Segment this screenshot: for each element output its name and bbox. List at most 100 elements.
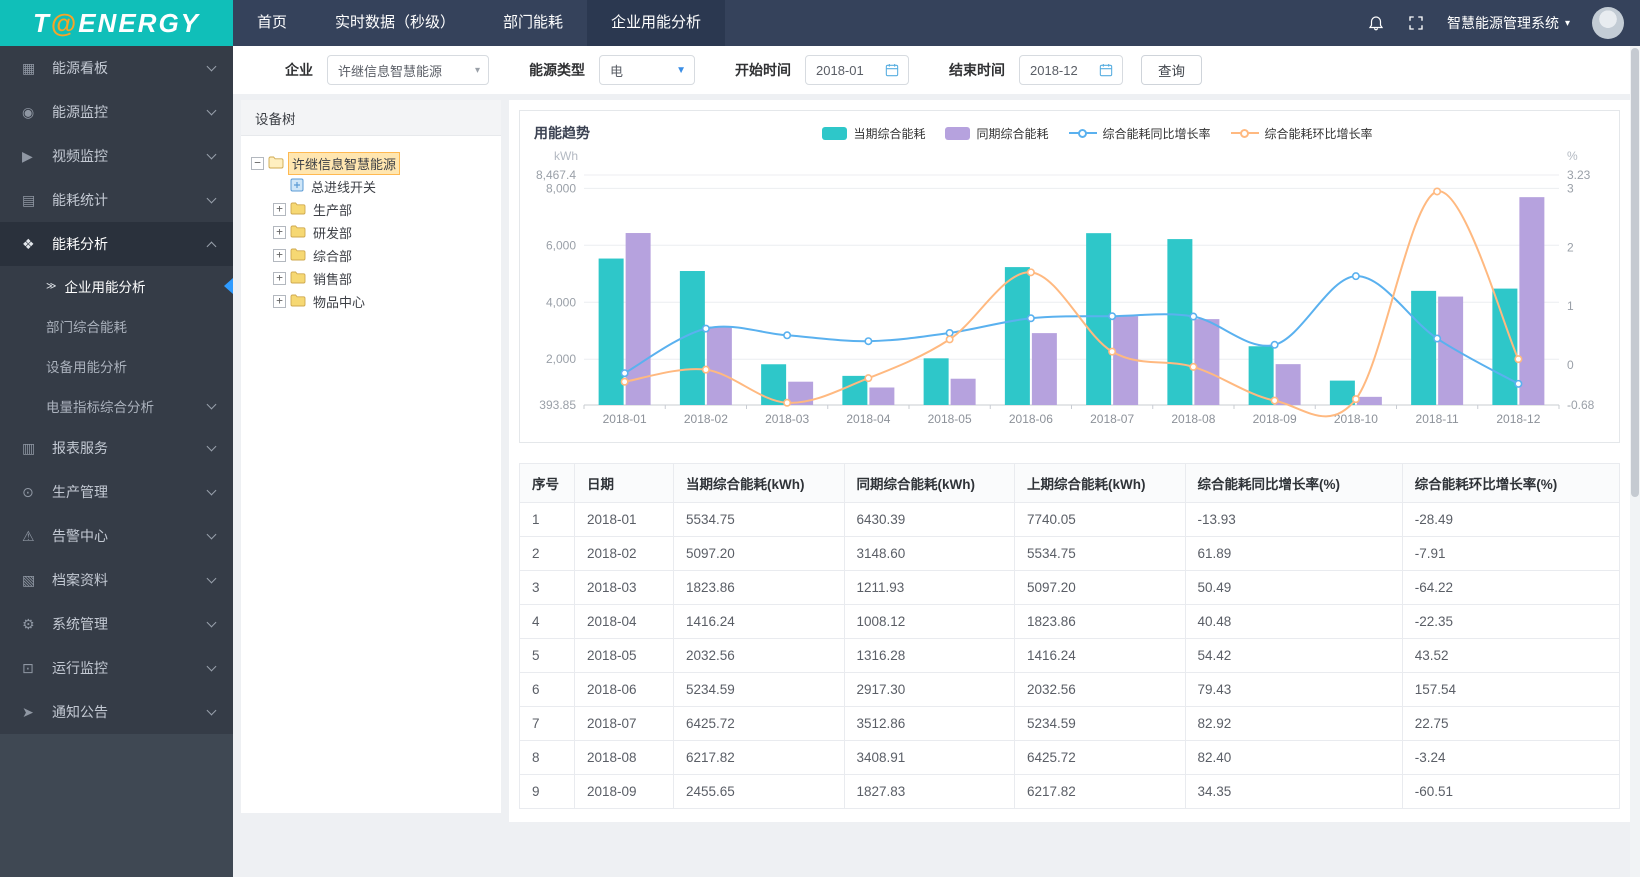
end-time-input[interactable]: 2018-12: [1019, 55, 1123, 85]
app-logo[interactable]: T @ ENERGY: [0, 0, 233, 46]
top-nav-item[interactable]: 企业用能分析: [587, 0, 726, 46]
folder-icon: [290, 225, 306, 241]
tree-node[interactable]: + 生产部: [251, 198, 493, 221]
tree-expand-toggle[interactable]: +: [273, 295, 286, 308]
calendar-icon[interactable]: [884, 62, 900, 78]
sidebar-subitem-label: 部门综合能耗: [46, 320, 127, 335]
tree-node[interactable]: + 综合部: [251, 244, 493, 267]
legend-item[interactable]: 同期综合能耗: [945, 125, 1049, 142]
sidebar-item[interactable]: ▶ 视频监控: [0, 134, 233, 178]
top-nav-item[interactable]: 部门能耗: [479, 0, 587, 46]
table-cell: 2455.65: [673, 774, 845, 809]
analysis-panel: 用能趋势 当期综合能耗 同期综合能耗 综合能耗同比增长率 综合能耗环比增长率 393.…: [509, 100, 1630, 822]
tree-expand-toggle[interactable]: +: [273, 226, 286, 239]
sidebar-subitem[interactable]: 部门综合能耗: [0, 306, 233, 346]
sidebar-item[interactable]: ⚙ 系统管理: [0, 602, 233, 646]
legend-line-swatch: [1230, 128, 1259, 138]
svg-text:2018-04: 2018-04: [846, 412, 890, 426]
sidebar-item-label: 能耗统计: [52, 192, 108, 208]
tree-expand-toggle[interactable]: +: [273, 249, 286, 262]
tree-node-label[interactable]: 物品中心: [310, 291, 368, 312]
sidebar-item[interactable]: ➤ 通知公告: [0, 690, 233, 734]
table-cell: 1823.86: [673, 570, 845, 605]
tree-expand-toggle[interactable]: +: [273, 272, 286, 285]
table-cell: 34.35: [1184, 774, 1403, 809]
report-service-icon: ▥: [22, 439, 36, 456]
sidebar-item-label: 视频监控: [52, 148, 108, 164]
tree-node[interactable]: 总进线开关: [251, 175, 493, 198]
start-time-input[interactable]: 2018-01: [805, 55, 909, 85]
chevron-down-icon: [206, 529, 217, 540]
tree-collapse-toggle[interactable]: −: [251, 157, 264, 170]
svg-text:393.85: 393.85: [539, 398, 576, 412]
legend-item[interactable]: 综合能耗同比增长率: [1068, 125, 1211, 142]
sidebar-subitem[interactable]: ≫ 企业用能分析: [0, 266, 233, 306]
tree-node-label[interactable]: 销售部: [310, 268, 355, 289]
sidebar-item[interactable]: ▧ 档案资料: [0, 558, 233, 602]
tree-node[interactable]: − 许继信息智慧能源: [251, 152, 493, 175]
svg-text:2: 2: [1567, 240, 1574, 254]
sidebar-item[interactable]: ⊙ 生产管理: [0, 470, 233, 514]
table-cell: 1827.83: [843, 774, 1015, 809]
avatar[interactable]: [1592, 7, 1624, 39]
tree-node[interactable]: + 物品中心: [251, 290, 493, 313]
sidebar-item[interactable]: ▦ 能源看板: [0, 46, 233, 90]
sidebar-subitem[interactable]: 设备用能分析: [0, 346, 233, 386]
table-cell: 2018-04: [574, 604, 674, 639]
table-cell: 6217.82: [673, 740, 845, 775]
company-select[interactable]: 许继信息智慧能源 ▾: [327, 55, 489, 85]
svg-text:kWh: kWh: [554, 149, 578, 163]
sidebar-subitem[interactable]: 电量指标综合分析: [0, 386, 233, 426]
calendar-icon[interactable]: [1098, 62, 1114, 78]
top-nav-item[interactable]: 首页: [233, 0, 311, 46]
tree-node-label[interactable]: 许继信息智慧能源: [288, 152, 401, 175]
tree-node-label[interactable]: 总进线开关: [308, 176, 379, 197]
dashboard-icon: ▦: [22, 59, 36, 76]
bell-icon[interactable]: [1367, 14, 1385, 32]
sidebar-item[interactable]: ⊡ 运行监控: [0, 646, 233, 690]
tree-expand-toggle[interactable]: +: [273, 203, 286, 216]
tree-node[interactable]: + 销售部: [251, 267, 493, 290]
company-select-value: 许继信息智慧能源: [338, 63, 443, 79]
sidebar-item[interactable]: ◉ 能源监控: [0, 90, 233, 134]
query-button[interactable]: 查询: [1141, 55, 1202, 85]
sidebar-item[interactable]: ⚠ 告警中心: [0, 514, 233, 558]
energy-data-table: 序号 日期 当期综合能耗(kWh) 同期综合能耗(kWh) 上期综合能耗(kWh) 综合能…: [519, 463, 1621, 809]
table-cell: 1416.24: [673, 604, 845, 639]
table-cell: 2018-03: [574, 570, 674, 605]
content-row: 设备树 − 许继信息智慧能源 总进线开关 + 生产部 + 研发部 + 综合部 + 销售部 + 物品中心 …: [233, 100, 1640, 822]
table-cell: 22.75: [1401, 706, 1621, 741]
legend-label: 当期综合能耗: [853, 126, 926, 141]
energy-stats-icon: ▤: [22, 191, 36, 208]
tree-node-label[interactable]: 综合部: [310, 245, 355, 266]
table-cell: 2018-02: [574, 536, 674, 571]
table-cell: 5534.75: [673, 502, 845, 537]
table-cell: 1416.24: [1014, 638, 1186, 673]
table-cell: 2018-01: [574, 502, 674, 537]
table-cell: 50.49: [1184, 570, 1403, 605]
table-cell: 3408.91: [843, 740, 1015, 775]
tree-node-label[interactable]: 研发部: [310, 222, 355, 243]
sidebar-item[interactable]: ▤ 能耗统计: [0, 178, 233, 222]
scrollbar-thumb[interactable]: [1631, 48, 1639, 497]
folder-open-icon: [268, 156, 284, 172]
svg-text:%: %: [1567, 149, 1578, 163]
legend-item[interactable]: 综合能耗环比增长率: [1230, 125, 1373, 142]
chevron-down-icon: [206, 485, 217, 496]
sidebar-item[interactable]: ❖ 能耗分析: [0, 222, 233, 266]
legend-item[interactable]: 当期综合能耗: [822, 125, 925, 142]
energy-type-select[interactable]: 电 ▼: [599, 55, 695, 85]
archive-icon: ▧: [22, 571, 36, 588]
sidebar-item[interactable]: ▥ 报表服务: [0, 426, 233, 470]
tree-node-label[interactable]: 生产部: [310, 199, 355, 220]
alarm-center-icon: ⚠: [22, 527, 35, 544]
fullscreen-icon[interactable]: [1407, 14, 1425, 32]
legend-bar-swatch: [945, 126, 971, 140]
top-nav-item[interactable]: 实时数据（秒级）: [311, 0, 479, 46]
vertical-scrollbar[interactable]: [1630, 46, 1640, 877]
system-name-dropdown[interactable]: 智慧能源管理系统 ▾: [1447, 13, 1570, 33]
table-row: 3 2018-03 1823.86 1211.93 5097.20 50.49 -64.22: [519, 570, 1621, 605]
tree-node[interactable]: + 研发部: [251, 221, 493, 244]
svg-text:3: 3: [1567, 182, 1574, 196]
svg-text:2018-10: 2018-10: [1334, 412, 1378, 426]
